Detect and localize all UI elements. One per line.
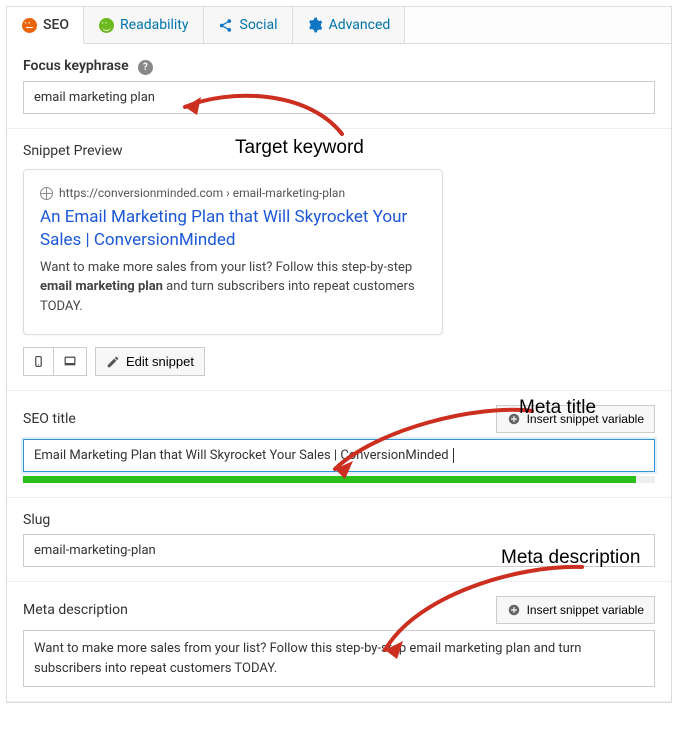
tab-advanced-label: Advanced xyxy=(329,17,391,33)
edit-snippet-label: Edit snippet xyxy=(126,354,194,369)
snippet-description: Want to make more sales from your list? … xyxy=(40,258,426,317)
seo-title-input[interactable]: Email Marketing Plan that Will Skyrocket… xyxy=(23,439,655,472)
tab-social[interactable]: Social xyxy=(204,7,293,43)
snippet-preview-heading: Snippet Preview xyxy=(23,143,655,159)
meta-description-value: Want to make more sales from your list? … xyxy=(34,641,581,676)
seo-title-progress xyxy=(23,476,655,483)
snippet-desc-bold: email marketing plan xyxy=(40,279,163,294)
slug-input[interactable]: email-marketing-plan xyxy=(23,534,655,567)
plus-circle-icon xyxy=(507,412,521,426)
face-neutral-icon xyxy=(21,17,37,33)
insert-snippet-variable-desc-button[interactable]: Insert snippet variable xyxy=(496,596,655,624)
meta-description-input[interactable]: Want to make more sales from your list? … xyxy=(23,630,655,687)
focus-keyphrase-label: Focus keyphrase xyxy=(23,58,129,74)
insert-variable-desc-label: Insert snippet variable xyxy=(527,603,644,617)
globe-icon xyxy=(40,187,53,200)
tabs-bar: SEO Readability Social Advanced xyxy=(7,7,671,44)
device-toggle xyxy=(23,347,87,376)
snippet-preview-section: Snippet Preview https://conversionminded… xyxy=(7,129,671,391)
snippet-url: https://conversionminded.com › email-mar… xyxy=(59,184,345,202)
edit-snippet-button[interactable]: Edit snippet xyxy=(95,347,205,376)
share-icon xyxy=(218,17,234,33)
gear-icon xyxy=(307,17,323,33)
tab-advanced[interactable]: Advanced xyxy=(293,7,406,43)
tab-seo[interactable]: SEO xyxy=(7,7,84,44)
seo-title-label: SEO title xyxy=(23,411,76,427)
plus-circle-icon xyxy=(507,603,521,617)
meta-description-label: Meta description xyxy=(23,602,128,618)
face-smile-icon xyxy=(98,17,114,33)
snippet-desc-pre: Want to make more sales from your list? … xyxy=(40,260,412,275)
tab-social-label: Social xyxy=(240,17,278,33)
help-icon[interactable]: ? xyxy=(138,60,153,75)
tab-readability-label: Readability xyxy=(120,17,188,33)
snippet-toolbar: Edit snippet xyxy=(23,347,655,376)
device-desktop-button[interactable] xyxy=(53,348,86,375)
focus-keyphrase-section: Focus keyphrase ? email marketing plan xyxy=(7,44,671,129)
focus-keyphrase-input[interactable]: email marketing plan xyxy=(23,81,655,114)
slug-value: email-marketing-plan xyxy=(34,543,156,558)
pencil-icon xyxy=(106,355,120,369)
slug-label: Slug xyxy=(23,512,50,528)
insert-variable-title-label: Insert snippet variable xyxy=(527,412,644,426)
device-mobile-button[interactable] xyxy=(24,348,53,375)
seo-title-value: Email Marketing Plan that Will Skyrocket… xyxy=(34,448,449,463)
insert-snippet-variable-title-button[interactable]: Insert snippet variable xyxy=(496,405,655,433)
tab-readability[interactable]: Readability xyxy=(84,7,203,43)
tab-seo-label: SEO xyxy=(43,17,69,33)
seo-title-section: SEO title Insert snippet variable Email … xyxy=(7,391,671,498)
snippet-title: An Email Marketing Plan that Will Skyroc… xyxy=(40,206,426,252)
focus-keyphrase-value: email marketing plan xyxy=(34,90,155,105)
snippet-preview-card: https://conversionminded.com › email-mar… xyxy=(23,169,443,335)
slug-section: Slug email-marketing-plan xyxy=(7,498,671,582)
meta-description-section: Meta description Insert snippet variable… xyxy=(7,582,671,702)
